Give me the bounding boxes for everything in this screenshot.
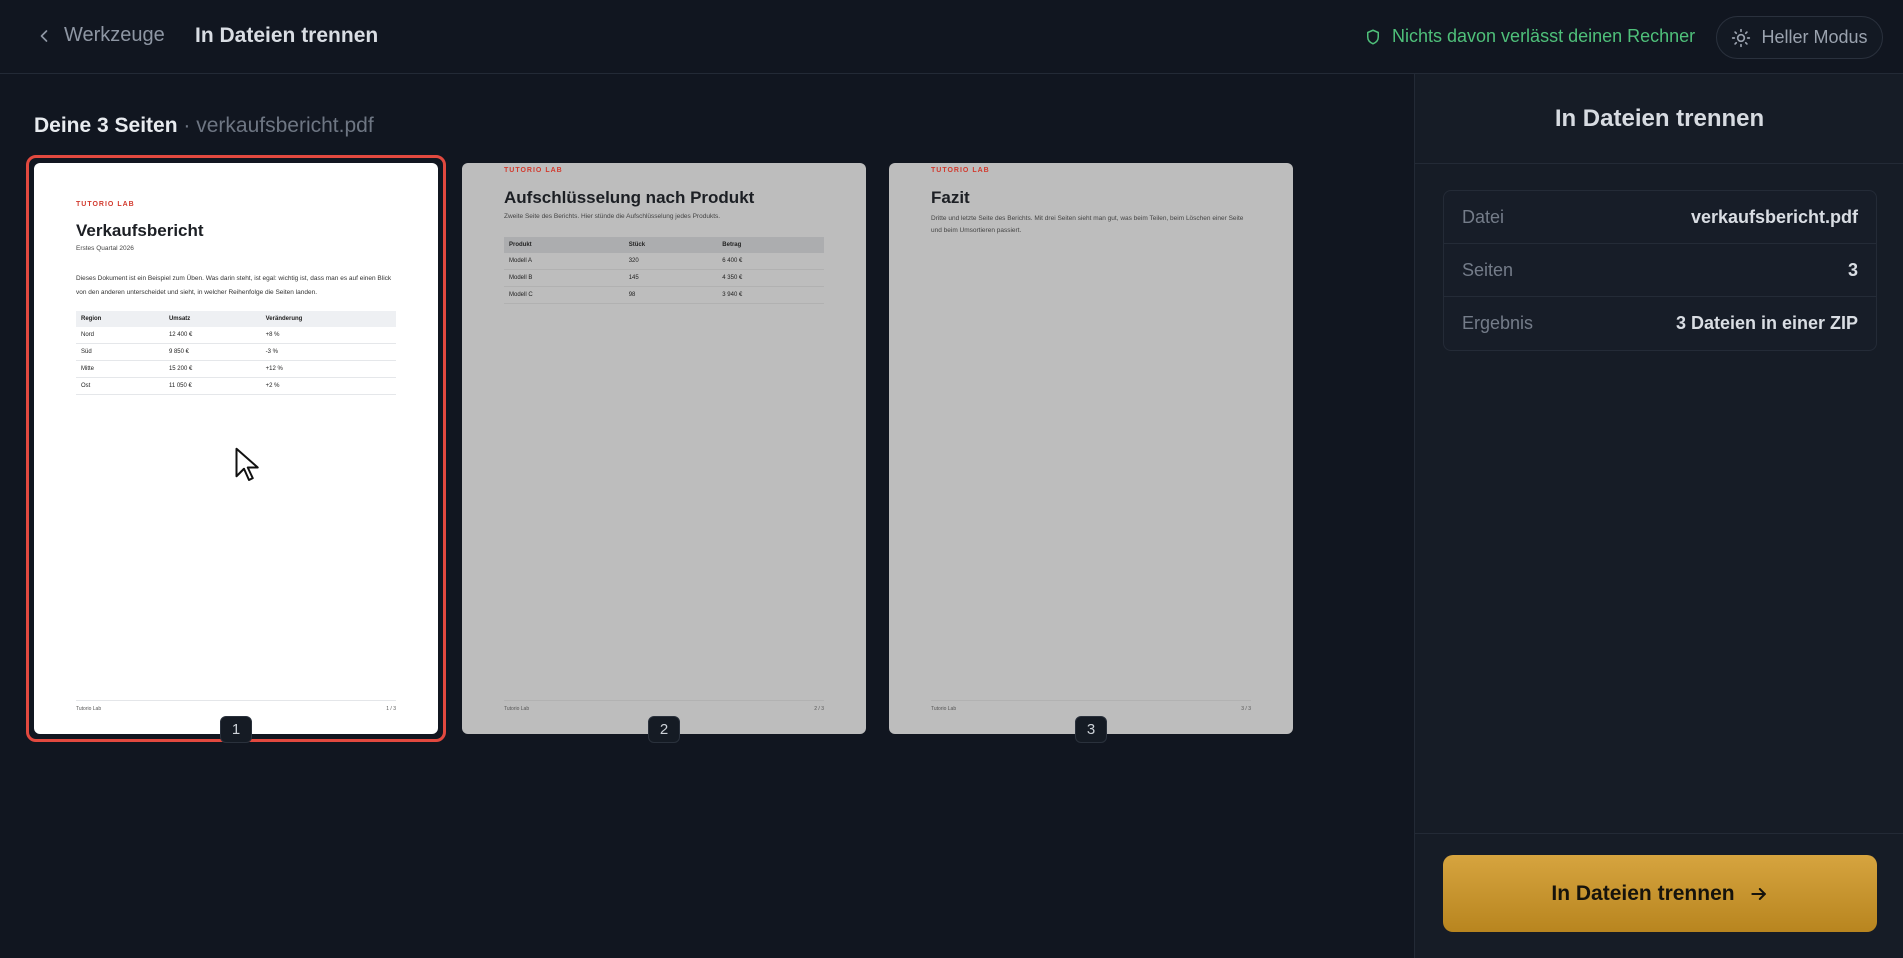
arrow-right-icon — [1750, 887, 1766, 900]
table-row: Modell A 320 6 400 € — [504, 253, 824, 270]
heading-separator: · — [183, 114, 191, 137]
doc-footer-right: 3 / 3 — [1241, 706, 1251, 712]
table-header: Stück — [623, 237, 718, 253]
doc-brand: TUTORIO LAB — [504, 167, 563, 174]
table-cell: +8 % — [260, 327, 396, 344]
page-number-badge: 3 — [1075, 716, 1107, 743]
table-cell: Mitte — [76, 360, 164, 378]
pages-heading: Deine 3 Seiten · verkaufsbericht.pdf — [34, 114, 374, 138]
top-bar: Werkzeuge In Dateien trennen Nichts davo… — [0, 0, 1903, 74]
pages-filename: verkaufsbericht.pdf — [196, 114, 374, 137]
doc-table: Produkt Stück Betrag Modell A 320 6 400 € … — [504, 237, 824, 304]
table-cell: Modell B — [504, 269, 624, 287]
sun-icon — [1732, 28, 1751, 47]
doc-title: Aufschlüsselung nach Produkt — [504, 188, 755, 207]
info-key: Datei — [1462, 206, 1505, 227]
shield-icon — [1367, 29, 1379, 44]
page-number-badge: 1 — [220, 716, 252, 743]
table-header: Produkt — [504, 237, 624, 253]
back-link-label: Werkzeuge — [64, 24, 165, 46]
page-thumbnail-3[interactable]: TUTORIO LAB Fazit Dritte und letzte Seit… — [889, 163, 1293, 734]
page-title: In Dateien trennen — [195, 24, 379, 47]
doc-footer-right: 1 / 3 — [386, 706, 396, 712]
doc-table: Region Umsatz Veränderung Nord 12 400 € +8… — [76, 311, 396, 395]
table-cell: Modell C — [504, 286, 624, 304]
table-cell: Ost — [76, 377, 164, 395]
page-thumbnail-2[interactable]: TUTORIO LAB Aufschlüsselung nach Produkt… — [462, 163, 866, 734]
page-document: TUTORIO LAB Fazit Dritte und letzte Seit… — [889, 163, 1293, 734]
file-info-card: Datei verkaufsbericht.pdf Seiten 3 Ergeb… — [1443, 190, 1877, 351]
table-cell: +2 % — [260, 377, 396, 395]
info-key: Ergebnis — [1462, 313, 1534, 333]
table-cell: 98 — [623, 286, 718, 304]
doc-brand: TUTORIO LAB — [931, 167, 990, 174]
table-row: Modell B 145 4 350 € — [504, 269, 824, 287]
table-cell: +12 % — [260, 360, 396, 378]
doc-title: Fazit — [931, 188, 970, 207]
table-cell: 9 850 € — [163, 343, 261, 361]
theme-toggle-button[interactable]: Heller Modus — [1716, 16, 1883, 59]
info-value: verkaufsbericht.pdf — [1690, 206, 1858, 227]
page-number-badge: 2 — [648, 716, 680, 743]
table-row: Mitte 15 200 € +12 % — [76, 360, 396, 378]
info-value: 3 Dateien in einer ZIP — [1675, 313, 1858, 333]
table-cell: -3 % — [260, 343, 396, 361]
table-header: Umsatz — [163, 311, 261, 327]
privacy-note-text: Nichts davon verlässt deinen Rechner — [1392, 26, 1696, 46]
info-key: Seiten — [1462, 259, 1514, 280]
panel-divider — [1415, 833, 1903, 834]
mouse-pointer-icon — [235, 447, 259, 481]
page-document: TUTORIO LAB Aufschlüsselung nach Produkt… — [462, 163, 866, 734]
table-row: Nord 12 400 € +8 % — [76, 327, 396, 344]
privacy-note: Nichts davon verlässt deinen Rechner — [1364, 26, 1695, 47]
table-row: Ost 11 050 € +2 % — [76, 377, 396, 395]
table-cell: Modell A — [504, 253, 624, 270]
table-cell: Nord — [76, 327, 164, 344]
table-cell: 320 — [623, 253, 718, 270]
doc-footer: Tutorio Lab 3 / 3 — [931, 700, 1251, 712]
doc-title: Verkaufsbericht — [76, 221, 204, 240]
table-cell: 4 350 € — [717, 269, 824, 287]
back-link[interactable]: Werkzeuge — [34, 24, 165, 47]
table-header: Veränderung — [260, 311, 396, 327]
table-cell: 11 050 € — [163, 377, 261, 395]
table-cell: 12 400 € — [163, 327, 261, 344]
info-row-result: Ergebnis 3 Dateien in einer ZIP — [1444, 297, 1876, 350]
panel-title: In Dateien trennen — [1415, 74, 1903, 164]
doc-footer-left: Tutorio Lab — [931, 706, 957, 712]
split-files-button-label: In Dateien trennen — [1551, 881, 1735, 905]
split-files-button[interactable]: In Dateien trennen — [1443, 855, 1877, 932]
doc-subtitle: Erstes Quartal 2026 — [76, 245, 134, 252]
info-row-pages: Seiten 3 — [1444, 244, 1876, 297]
doc-body: Dieses Dokument ist ein Beispiel zum Übe… — [76, 275, 392, 296]
table-cell: 6 400 € — [717, 253, 824, 270]
doc-footer-left: Tutorio Lab — [504, 706, 530, 712]
split-panel: In Dateien trennen Datei verkaufsbericht… — [1414, 74, 1903, 958]
table-row: Modell C 98 3 940 € — [504, 286, 824, 304]
doc-footer: Tutorio Lab 2 / 3 — [504, 700, 824, 712]
doc-brand: TUTORIO LAB — [76, 201, 135, 208]
table-header: Region — [76, 311, 164, 327]
table-cell: 15 200 € — [163, 360, 261, 378]
doc-subtitle: Zweite Seite des Berichts. Hier stünde d… — [504, 213, 721, 220]
table-cell: 145 — [623, 269, 718, 287]
table-header: Betrag — [717, 237, 824, 253]
theme-toggle-label: Heller Modus — [1761, 27, 1868, 47]
table-cell: 3 940 € — [717, 286, 824, 304]
chevron-left-icon — [40, 29, 48, 42]
table-cell: Süd — [76, 343, 164, 361]
doc-footer: Tutorio Lab 1 / 3 — [76, 700, 396, 712]
info-row-file: Datei verkaufsbericht.pdf — [1444, 191, 1876, 244]
doc-footer-left: Tutorio Lab — [76, 706, 102, 712]
pages-count-label: Deine 3 Seiten — [34, 114, 178, 137]
table-row: Süd 9 850 € -3 % — [76, 343, 396, 361]
info-value: 3 — [1847, 259, 1858, 280]
doc-subtitle: Dritte und letzte Seite des Berichts. Mi… — [931, 215, 1244, 234]
doc-footer-right: 2 / 3 — [814, 706, 824, 712]
